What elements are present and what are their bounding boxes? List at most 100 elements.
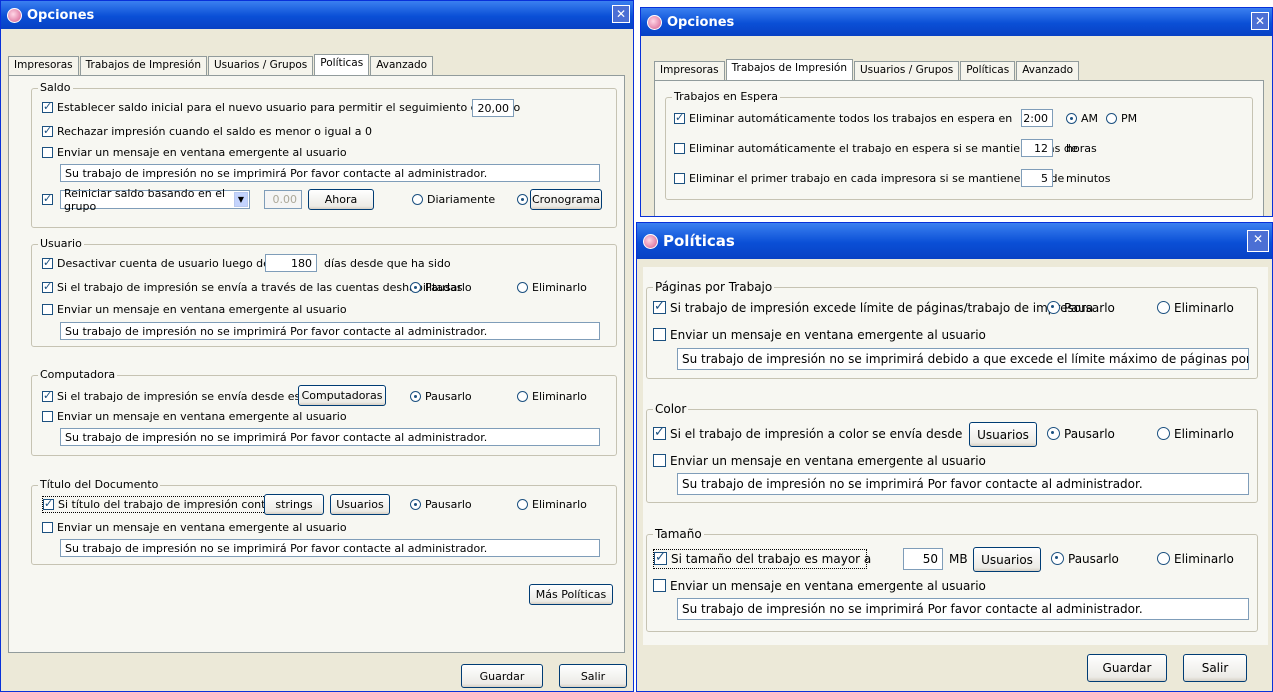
checkbox-titulo[interactable]: Si título del trabajo de impresión conti… bbox=[42, 496, 293, 513]
message-field[interactable]: Su trabajo de impresión no se imprimirá … bbox=[677, 473, 1249, 495]
checkbox-icon bbox=[42, 280, 53, 293]
horas-label: horas bbox=[1066, 142, 1097, 155]
radio-eliminarlo[interactable]: Eliminarlo bbox=[517, 281, 587, 294]
horas-input[interactable]: 12 bbox=[1021, 139, 1053, 157]
checkbox-eliminar-trabajo[interactable]: Eliminar automáticamente el trabajo en e… bbox=[674, 142, 1078, 155]
radio-eliminarlo[interactable]: Eliminarlo bbox=[1157, 552, 1234, 566]
chevron-down-icon: ▼ bbox=[234, 192, 248, 207]
label: Eliminar el primer trabajo en cada impre… bbox=[689, 172, 1065, 185]
checkbox-tamano[interactable]: Si tamaño del trabajo es mayor a bbox=[653, 549, 871, 569]
checkbox-icon bbox=[653, 299, 666, 314]
radio-pausarlo[interactable]: Pausarlo bbox=[410, 281, 472, 294]
tab-usuarios-grupos[interactable]: Usuarios / Grupos bbox=[854, 61, 960, 80]
group-label: Usuario bbox=[38, 237, 84, 250]
guardar-button[interactable]: Guardar bbox=[1087, 654, 1167, 682]
checkbox-enviar[interactable]: Enviar un mensaje en ventana emergente a… bbox=[653, 454, 986, 468]
checkbox-icon bbox=[42, 192, 53, 205]
usuarios-button[interactable]: Usuarios bbox=[969, 422, 1037, 447]
monto-input[interactable]: 0.00 bbox=[264, 190, 302, 209]
checkbox-computadora[interactable]: Si el trabajo de impresión se envía desd… bbox=[42, 389, 317, 403]
tamano-input[interactable]: 50 bbox=[903, 548, 943, 570]
ahora-button[interactable]: Ahora bbox=[308, 189, 374, 210]
checkbox-rechazar[interactable]: Rechazar impresión cuando el saldo es me… bbox=[42, 124, 372, 138]
tab-trabajos[interactable]: Trabajos de Impresión bbox=[79, 56, 207, 75]
checkbox-color[interactable]: Si el trabajo de impresión a color se en… bbox=[653, 425, 963, 441]
radio-eliminarlo[interactable]: Eliminarlo bbox=[1157, 427, 1234, 441]
group-label: Saldo bbox=[38, 81, 73, 94]
checkbox-establecer[interactable]: Establecer saldo inicial para el nuevo u… bbox=[42, 100, 520, 114]
radio-eliminarlo[interactable]: Eliminarlo bbox=[1157, 301, 1234, 315]
time-input[interactable]: 2:00 bbox=[1021, 109, 1053, 127]
checkbox-excede[interactable]: Si trabajo de impresión excede límite de… bbox=[653, 299, 1094, 315]
checkbox-enviar[interactable]: Enviar un mensaje en ventana emergente a… bbox=[42, 146, 347, 159]
message-field[interactable]: Su trabajo de impresión no se imprimirá … bbox=[677, 598, 1249, 620]
radio-eliminarlo[interactable]: Eliminarlo bbox=[517, 390, 587, 403]
salir-button[interactable]: Salir bbox=[1183, 654, 1247, 682]
minutos-input[interactable]: 5 bbox=[1021, 169, 1053, 187]
checkbox-icon bbox=[43, 497, 54, 510]
radio-diariamente[interactable]: Diariamente bbox=[412, 193, 495, 206]
group-label: Título del Documento bbox=[38, 478, 161, 491]
label: Enviar un mensaje en ventana emergente a… bbox=[57, 521, 347, 534]
radio-pausarlo[interactable]: Pausarlo bbox=[410, 390, 472, 403]
mb-label: MB bbox=[949, 552, 968, 566]
reiniciar-select[interactable]: Reiniciar saldo basando en el grupo ▼ bbox=[60, 187, 250, 213]
radio-pausarlo[interactable]: Pausarlo bbox=[410, 498, 472, 511]
radio-icon bbox=[517, 391, 528, 402]
window-title: Opciones bbox=[27, 7, 95, 23]
window-title: Opciones bbox=[667, 14, 735, 30]
tab-trabajos[interactable]: Trabajos de Impresión bbox=[725, 59, 853, 80]
message-field[interactable]: Su trabajo de impresión no se imprimirá … bbox=[60, 322, 600, 340]
message-field[interactable]: Su trabajo de impresión no se imprimirá … bbox=[60, 164, 600, 182]
message-field[interactable]: Su trabajo de impresión no se imprimirá … bbox=[60, 428, 600, 446]
checkbox-eliminar-primero[interactable]: Eliminar el primer trabajo en cada impre… bbox=[674, 172, 1064, 185]
tab-politicas[interactable]: Políticas bbox=[960, 61, 1016, 80]
close-icon[interactable]: ✕ bbox=[1247, 230, 1269, 252]
app-logo-icon bbox=[7, 7, 22, 23]
label: Si trabajo de impresión excede límite de… bbox=[670, 301, 1094, 315]
mas-politicas-button[interactable]: Más Políticas bbox=[529, 584, 613, 605]
label: Si el trabajo de impresión a color se en… bbox=[670, 427, 963, 441]
checkbox-desactivar[interactable]: Desactivar cuenta de usuario luego de bbox=[42, 256, 270, 270]
checkbox-reiniciar[interactable] bbox=[42, 192, 57, 206]
checkbox-eliminar-todos[interactable]: Eliminar automáticamente todos los traba… bbox=[674, 111, 1012, 125]
radio-am[interactable]: AM bbox=[1066, 112, 1098, 125]
radio-icon bbox=[1047, 427, 1060, 440]
radio-icon bbox=[1047, 301, 1060, 314]
radio-pausarlo[interactable]: Pausarlo bbox=[1047, 301, 1115, 315]
close-icon[interactable]: ✕ bbox=[1251, 12, 1269, 30]
tab-avanzado[interactable]: Avanzado bbox=[370, 56, 434, 75]
radio-eliminarlo[interactable]: Eliminarlo bbox=[517, 498, 587, 511]
tab-politicas[interactable]: Políticas bbox=[314, 54, 370, 75]
message-field[interactable]: Su trabajo de impresión no se imprimirá … bbox=[677, 348, 1249, 370]
checkbox-enviar[interactable]: Enviar un mensaje en ventana emergente a… bbox=[42, 303, 347, 316]
strings-button[interactable]: strings bbox=[264, 494, 324, 515]
tab-avanzado[interactable]: Avanzado bbox=[1016, 61, 1080, 80]
salir-button[interactable]: Salir bbox=[559, 664, 627, 688]
checkbox-enviar[interactable]: Enviar un mensaje en ventana emergente a… bbox=[653, 328, 986, 342]
usuarios-button[interactable]: Usuarios bbox=[973, 547, 1041, 572]
radio-pausarlo[interactable]: Pausarlo bbox=[1047, 427, 1115, 441]
radio-pausarlo[interactable]: Pausarlo bbox=[1051, 552, 1119, 566]
checkbox-enviar[interactable]: Enviar un mensaje en ventana emergente a… bbox=[42, 410, 347, 423]
tab-panel: Saldo Establecer saldo inicial para el n… bbox=[8, 75, 625, 653]
opciones-window-left: Opciones ✕ Impresoras Trabajos de Impresi… bbox=[0, 0, 634, 692]
tab-impresoras[interactable]: Impresoras bbox=[654, 61, 725, 80]
dias-input[interactable]: 180 bbox=[265, 254, 317, 272]
saldo-inicial-input[interactable]: 20,00 bbox=[472, 99, 514, 117]
computadoras-button[interactable]: Computadoras bbox=[298, 385, 386, 406]
radio-pm[interactable]: PM bbox=[1106, 112, 1137, 125]
checkbox-deshabilitadas[interactable]: Si el trabajo de impresión se envía a tr… bbox=[42, 280, 463, 294]
radio-icon bbox=[517, 282, 528, 293]
close-icon[interactable]: ✕ bbox=[612, 5, 630, 23]
tab-usuarios-grupos[interactable]: Usuarios / Grupos bbox=[208, 56, 314, 75]
checkbox-enviar[interactable]: Enviar un mensaje en ventana emergente a… bbox=[42, 521, 347, 534]
checkbox-enviar[interactable]: Enviar un mensaje en ventana emergente a… bbox=[653, 579, 986, 593]
message-field[interactable]: Su trabajo de impresión no se imprimirá … bbox=[60, 539, 600, 557]
usuarios-button[interactable]: Usuarios bbox=[330, 494, 390, 515]
tab-impresoras[interactable]: Impresoras bbox=[8, 56, 79, 75]
radio-icon bbox=[1066, 113, 1077, 124]
cronograma-button[interactable]: Cronograma bbox=[530, 189, 602, 210]
radio-icon bbox=[1157, 552, 1170, 565]
guardar-button[interactable]: Guardar bbox=[461, 664, 543, 688]
